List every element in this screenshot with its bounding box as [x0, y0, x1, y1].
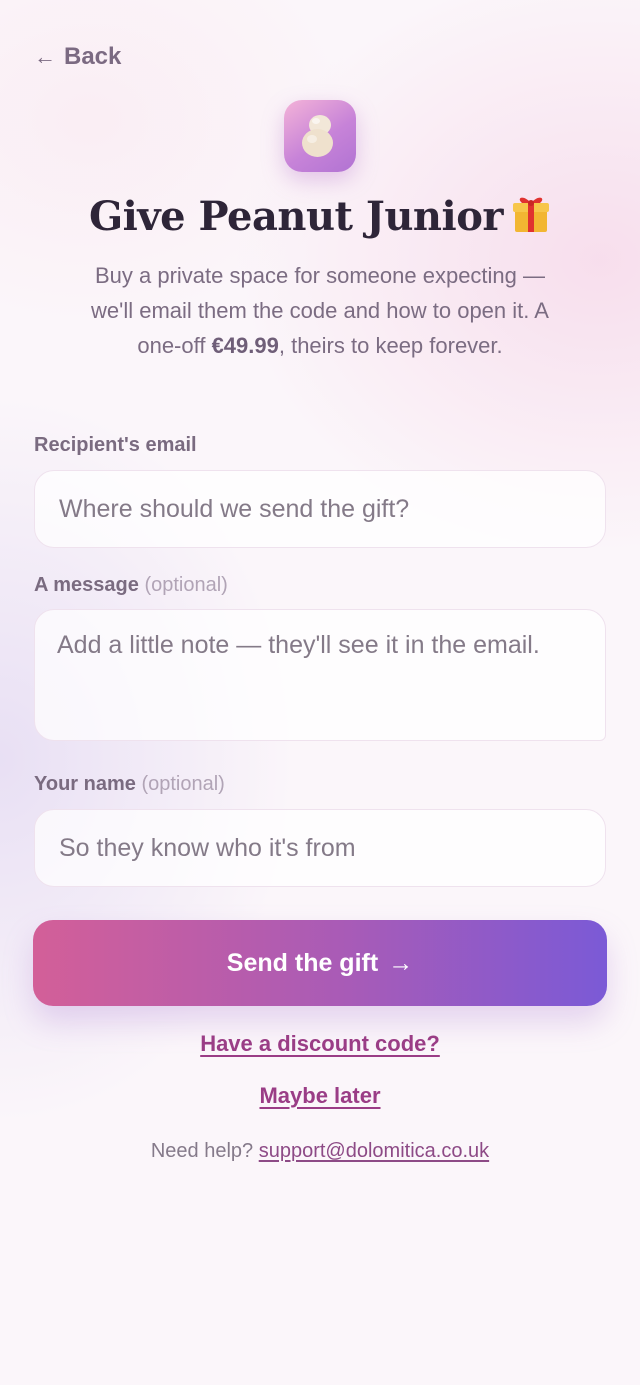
- maybe-later-link[interactable]: Maybe later: [259, 1083, 380, 1108]
- wrapped-gift-icon: [512, 197, 549, 232]
- message-label: A message (optional): [34, 574, 228, 597]
- maybe-later-row: Maybe later: [0, 1083, 640, 1109]
- discount-code-link[interactable]: Have a discount code?: [200, 1031, 440, 1056]
- send-gift-button[interactable]: Send the gift →: [33, 920, 607, 1006]
- help-prefix: Need help?: [150, 1140, 254, 1162]
- price: €49.99: [211, 333, 279, 358]
- app-logo: [284, 100, 356, 172]
- back-label: Back: [64, 43, 122, 70]
- page-title-text: Give Peanut Junior: [89, 193, 503, 240]
- recipient-email-input[interactable]: [34, 470, 606, 548]
- sender-name-label: Your name (optional): [34, 773, 225, 796]
- help-text: Need help? support@dolomitica.co.uk: [0, 1140, 640, 1163]
- page-subtitle: Buy a private space for someone expectin…: [80, 258, 560, 363]
- message-label-text: A message: [34, 574, 139, 596]
- sender-name-label-text: Your name: [34, 773, 136, 795]
- arrow-right-icon: →: [388, 948, 414, 977]
- back-button[interactable]: ← Back: [34, 40, 121, 74]
- peanut-icon: [302, 115, 333, 157]
- arrow-left-icon: ←: [34, 44, 56, 69]
- subtitle-text-end: , theirs to keep forever.: [278, 333, 503, 358]
- optional-hint: (optional): [141, 773, 225, 795]
- message-textarea[interactable]: [34, 609, 606, 741]
- sender-name-input[interactable]: [34, 809, 606, 887]
- page-title: Give Peanut Junior: [0, 192, 640, 240]
- send-gift-label: Send the gift: [226, 948, 379, 977]
- support-email-link[interactable]: support@dolomitica.co.uk: [259, 1140, 489, 1162]
- discount-code-row: Have a discount code?: [0, 1031, 640, 1057]
- recipient-email-label: Recipient's email: [34, 434, 197, 456]
- optional-hint: (optional): [144, 574, 228, 596]
